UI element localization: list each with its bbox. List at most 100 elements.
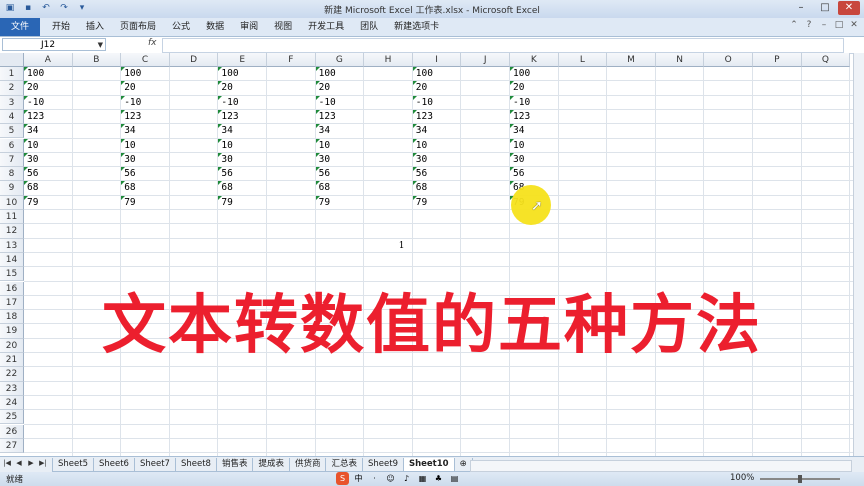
tab-page-layout[interactable]: 页面布局 — [112, 18, 164, 36]
column-header-P[interactable]: P — [753, 53, 802, 67]
workbook-minimize-icon[interactable]: – — [818, 20, 830, 30]
cell-K1[interactable]: 100 — [510, 67, 530, 81]
row-header-23[interactable]: 23 — [0, 381, 24, 396]
row-header-25[interactable]: 25 — [0, 410, 24, 425]
tools-icon[interactable]: ▤ — [448, 472, 461, 485]
cell-G6[interactable]: 10 — [315, 138, 330, 153]
cell-K5[interactable]: 34 — [510, 124, 524, 138]
row-header-2[interactable]: 2 — [0, 81, 24, 96]
row-header-1[interactable]: 1 — [0, 67, 24, 82]
cell-I7[interactable]: 30 — [412, 152, 427, 167]
cell-I9[interactable]: 68 — [412, 181, 427, 195]
cell-A5[interactable]: 34 — [24, 124, 38, 138]
tab-home[interactable]: 开始 — [44, 18, 78, 36]
cell-K2[interactable]: 20 — [510, 81, 524, 95]
cell-A6[interactable]: 10 — [24, 138, 38, 153]
cell-C5[interactable]: 34 — [121, 124, 136, 138]
row-header-5[interactable]: 5 — [0, 124, 24, 139]
tab-developer[interactable]: 开发工具 — [300, 18, 352, 36]
formula-input[interactable] — [162, 38, 844, 53]
cell-E6[interactable]: 10 — [218, 138, 233, 153]
microphone-icon[interactable]: ♪ — [400, 472, 413, 485]
cell-G2[interactable]: 20 — [315, 81, 330, 95]
vertical-scrollbar[interactable] — [853, 53, 864, 456]
row-header-22[interactable]: 22 — [0, 367, 24, 382]
cell-H13[interactable]: 1 — [399, 239, 405, 253]
cell-A4[interactable]: 123 — [24, 109, 44, 124]
zoom-slider-handle[interactable] — [798, 475, 802, 483]
cell-G4[interactable]: 123 — [315, 109, 336, 124]
close-icon[interactable]: ✕ — [838, 1, 860, 15]
column-header-C[interactable]: C — [121, 53, 170, 67]
cell-G5[interactable]: 34 — [315, 124, 330, 138]
cell-G9[interactable]: 68 — [315, 181, 330, 195]
column-header-M[interactable]: M — [607, 53, 656, 67]
select-all-corner[interactable] — [0, 53, 24, 67]
cell-E2[interactable]: 20 — [218, 81, 233, 95]
cell-E9[interactable]: 68 — [218, 181, 233, 195]
cell-E4[interactable]: 123 — [218, 109, 239, 124]
worksheet-grid[interactable]: A B C D E F G H I J K L M N O P Q 1 2 3 4 5 6 7 8 9 10 11 12 13 14 15 16… — [0, 53, 854, 456]
cell-C9[interactable]: 68 — [121, 181, 136, 195]
cell-A7[interactable]: 30 — [24, 152, 38, 167]
row-header-12[interactable]: 12 — [0, 224, 24, 239]
tab-new-tab[interactable]: 新建选项卡 — [386, 18, 447, 36]
tab-view[interactable]: 视图 — [266, 18, 300, 36]
cell-C8[interactable]: 56 — [121, 167, 136, 181]
workbook-close-icon[interactable]: ✕ — [848, 20, 860, 30]
column-header-A[interactable]: A — [24, 53, 73, 67]
cell-C7[interactable]: 30 — [121, 152, 136, 167]
column-header-I[interactable]: I — [412, 53, 462, 67]
sheet-tab-供货商[interactable]: 供货商 — [288, 458, 327, 472]
horizontal-scrollbar[interactable] — [470, 460, 852, 472]
first-sheet-icon[interactable]: |◀ — [2, 459, 12, 467]
sheet-tab-提成表[interactable]: 提成表 — [252, 458, 290, 472]
cell-C10[interactable]: 79 — [121, 195, 136, 210]
column-header-K[interactable]: K — [510, 53, 559, 67]
minimize-icon[interactable]: – — [790, 1, 812, 15]
cell-K4[interactable]: 123 — [510, 109, 530, 124]
file-tab[interactable]: 文件 — [0, 18, 40, 36]
cell-E7[interactable]: 30 — [218, 152, 233, 167]
row-header-7[interactable]: 7 — [0, 152, 24, 168]
column-header-H[interactable]: H — [364, 53, 413, 67]
cell-K6[interactable]: 10 — [510, 138, 524, 153]
column-header-D[interactable]: D — [169, 53, 219, 67]
insert-function-icon[interactable]: fx — [148, 38, 157, 48]
sheet-tab-Sheet6[interactable]: Sheet6 — [92, 458, 135, 472]
column-header-F[interactable]: F — [267, 53, 316, 67]
cell-C2[interactable]: 20 — [121, 81, 136, 95]
tab-data[interactable]: 数据 — [198, 18, 232, 36]
column-header-B[interactable]: B — [72, 53, 122, 67]
cell-I6[interactable]: 10 — [412, 138, 427, 153]
cell-A9[interactable]: 68 — [24, 181, 38, 195]
workbook-restore-icon[interactable]: □ — [833, 20, 845, 30]
cell-G7[interactable]: 30 — [315, 152, 330, 167]
cell-A10[interactable]: 79 — [24, 195, 38, 210]
cell-C4[interactable]: 123 — [121, 109, 141, 124]
cell-C1[interactable]: 100 — [121, 67, 141, 81]
name-box[interactable]: J12 ▼ — [2, 38, 106, 51]
row-header-11[interactable]: 11 — [0, 210, 24, 225]
cell-I10[interactable]: 79 — [412, 195, 427, 210]
cell-E10[interactable]: 79 — [218, 195, 233, 210]
collapse-ribbon-icon[interactable]: ⌃ — [788, 20, 800, 30]
sheet-tab-销售表[interactable]: 销售表 — [215, 458, 254, 472]
cell-A2[interactable]: 20 — [24, 81, 38, 95]
column-header-O[interactable]: O — [704, 53, 753, 67]
row-header-27[interactable]: 27 — [0, 438, 24, 454]
emoji-icon[interactable]: ☺ — [384, 472, 397, 485]
row-header-9[interactable]: 9 — [0, 181, 24, 196]
sheet-tab-Sheet5[interactable]: Sheet5 — [52, 458, 94, 472]
column-header-G[interactable]: G — [315, 53, 365, 67]
cell-C6[interactable]: 10 — [121, 138, 136, 153]
cell-K7[interactable]: 30 — [510, 152, 524, 167]
tab-insert[interactable]: 插入 — [78, 18, 112, 36]
cell-K8[interactable]: 56 — [510, 167, 524, 181]
cell-K3[interactable]: -10 — [510, 95, 530, 110]
cell-G1[interactable]: 100 — [315, 67, 336, 81]
tab-review[interactable]: 审阅 — [232, 18, 266, 36]
last-sheet-icon[interactable]: ▶| — [38, 459, 48, 467]
row-header-3[interactable]: 3 — [0, 95, 24, 110]
ime-mode-icon[interactable]: 中 — [352, 472, 365, 485]
